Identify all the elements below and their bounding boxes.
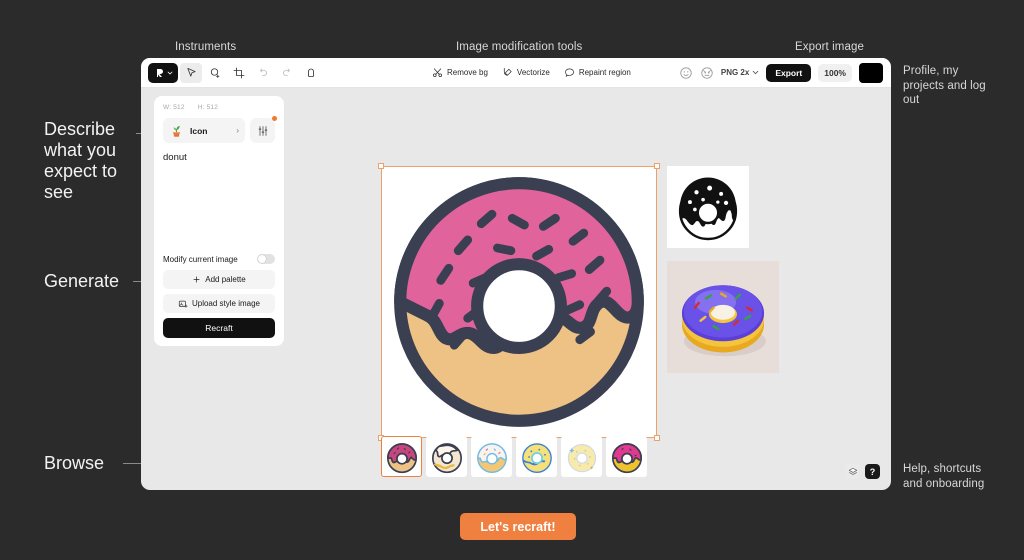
instruments-group	[141, 62, 322, 83]
annotation-describe: Describe what you expect to see	[44, 119, 118, 202]
annotation-generate: Generate	[44, 271, 120, 291]
sliders-icon	[258, 125, 267, 136]
style-name-label: Icon	[190, 125, 208, 136]
add-palette-button[interactable]: Add palette	[163, 270, 275, 289]
left-panel: W: 512 H: 512 Icon › donut Modify curren…	[154, 96, 284, 346]
repaint-region-button[interactable]: Repaint region	[564, 67, 631, 78]
monster-face-icon[interactable]	[700, 66, 714, 80]
thumbnail-donut-pale-yellow[interactable]	[561, 436, 602, 477]
eraser-tool[interactable]	[300, 63, 322, 83]
undo-arrow-icon	[260, 68, 267, 76]
top-toolbar: Remove bg Vectorize Repaint region PNG 2…	[141, 58, 891, 88]
logo-button[interactable]	[148, 62, 178, 83]
lasso-plus-icon	[210, 67, 220, 78]
export-group: PNG 2x Export 100%	[679, 62, 883, 83]
modify-current-image-label: Modify current image	[163, 254, 238, 264]
height-label: H: 512	[197, 104, 219, 111]
gallery-item-black-white-donut[interactable]	[667, 166, 749, 248]
select-tool[interactable]	[180, 62, 202, 83]
panel-actions: Modify current image Add palette Upload …	[163, 254, 275, 338]
style-selector[interactable]: Icon ›	[163, 118, 245, 143]
width-label: W: 512	[163, 104, 185, 111]
thumbnail-donut-light-pink[interactable]	[471, 436, 512, 477]
zoom-level-button[interactable]: 100%	[818, 63, 852, 82]
donut-blue-outline-icon	[521, 442, 552, 473]
crop-frame-icon	[233, 67, 245, 78]
vector-pen-icon	[503, 67, 512, 76]
resize-handle-bottom-right[interactable]	[654, 435, 660, 441]
lets-recraft-cta-button[interactable]: Let's recraft!	[460, 513, 576, 540]
app-window: Remove bg Vectorize Repaint region PNG 2…	[141, 58, 891, 490]
resize-handle-top-right[interactable]	[654, 163, 660, 169]
modify-current-image-row: Modify current image	[163, 254, 275, 264]
add-palette-label: Add palette	[205, 275, 246, 284]
help-button[interactable]: ?	[865, 464, 880, 479]
recraft-logo-icon	[156, 68, 163, 77]
redo-arrow-icon	[283, 68, 290, 76]
page-root: Instruments Image modification tools Exp…	[0, 0, 1024, 560]
eraser-icon	[308, 68, 314, 77]
thumbnail-strip	[381, 436, 647, 477]
image-modification-group: Remove bg Vectorize Repaint region	[432, 67, 631, 78]
annotation-image-modification-tools: Image modification tools	[456, 41, 583, 53]
donut-magenta-yellow-icon	[611, 442, 642, 473]
redo-button[interactable]	[276, 63, 298, 83]
thumbnail-donut-blue-outline[interactable]	[516, 436, 557, 477]
layers-icon	[848, 467, 857, 475]
helper-buttons: ?	[845, 464, 880, 479]
smiley-face-icon[interactable]	[679, 66, 693, 80]
canvas-selected-image[interactable]	[378, 163, 660, 441]
upload-image-icon	[178, 300, 188, 308]
repaint-region-label: Repaint region	[578, 68, 631, 77]
settings-badge-dot	[272, 116, 277, 121]
donut-pink-sprinkles-icon	[386, 442, 417, 473]
recraft-button[interactable]: Recraft	[163, 318, 275, 338]
layers-button[interactable]	[845, 464, 860, 479]
prompt-input[interactable]: donut	[163, 152, 275, 163]
annotation-profile: Profile, my projects and log out	[903, 65, 986, 106]
remove-bg-button[interactable]: Remove bg	[432, 67, 488, 78]
question-mark-icon: ?	[869, 466, 876, 477]
export-button[interactable]: Export	[766, 63, 812, 82]
upload-style-image-button[interactable]: Upload style image	[163, 294, 275, 313]
color-swatch[interactable]	[859, 62, 883, 83]
thumbnail-donut-white-glaze[interactable]	[426, 436, 467, 477]
thumbnail-donut-magenta-yellow[interactable]	[606, 436, 647, 477]
remove-bg-label: Remove bg	[447, 68, 488, 77]
undo-button[interactable]	[252, 63, 274, 83]
thumbnail-donut-pink-sprinkles[interactable]	[381, 436, 422, 477]
chevron-down-icon	[167, 71, 172, 75]
cursor-icon	[186, 67, 196, 77]
donut-light-pink-icon	[476, 442, 507, 473]
annotation-help: Help, shortcuts and onboarding	[903, 463, 985, 490]
scissors-icon	[432, 68, 443, 78]
annotation-export-image: Export image	[795, 41, 864, 53]
plus-icon	[193, 276, 200, 283]
pink-glazed-donut-image	[394, 177, 644, 427]
export-format-select[interactable]: PNG 2x	[721, 68, 759, 77]
lasso-add-tool[interactable]	[204, 63, 226, 83]
donut-pale-yellow-icon	[567, 443, 596, 472]
black-white-donut-icon	[678, 177, 738, 241]
purple-glazed-3d-donut-image	[681, 285, 766, 357]
annotation-instruments: Instruments	[175, 41, 237, 53]
style-settings-button[interactable]	[250, 116, 277, 143]
resize-handle-top-left[interactable]	[378, 163, 384, 169]
vectorize-button[interactable]: Vectorize	[502, 67, 550, 78]
style-row: Icon ›	[163, 116, 277, 143]
modify-current-image-toggle[interactable]	[257, 254, 275, 264]
dimensions-row: W: 512 H: 512	[163, 104, 275, 111]
chevron-down-icon	[753, 70, 759, 75]
export-format-label: PNG 2x	[720, 68, 750, 77]
potted-plant-icon	[173, 125, 180, 137]
speech-bubble-icon	[564, 68, 574, 77]
gallery-item-purple-3d-donut[interactable]	[667, 261, 779, 373]
crop-tool[interactable]	[228, 63, 250, 83]
upload-style-image-label: Upload style image	[191, 299, 261, 308]
donut-white-glaze-icon	[431, 442, 462, 473]
chevron-right-icon: ›	[236, 126, 239, 135]
annotation-browse: Browse	[44, 453, 105, 473]
vectorize-label: Vectorize	[516, 68, 550, 77]
